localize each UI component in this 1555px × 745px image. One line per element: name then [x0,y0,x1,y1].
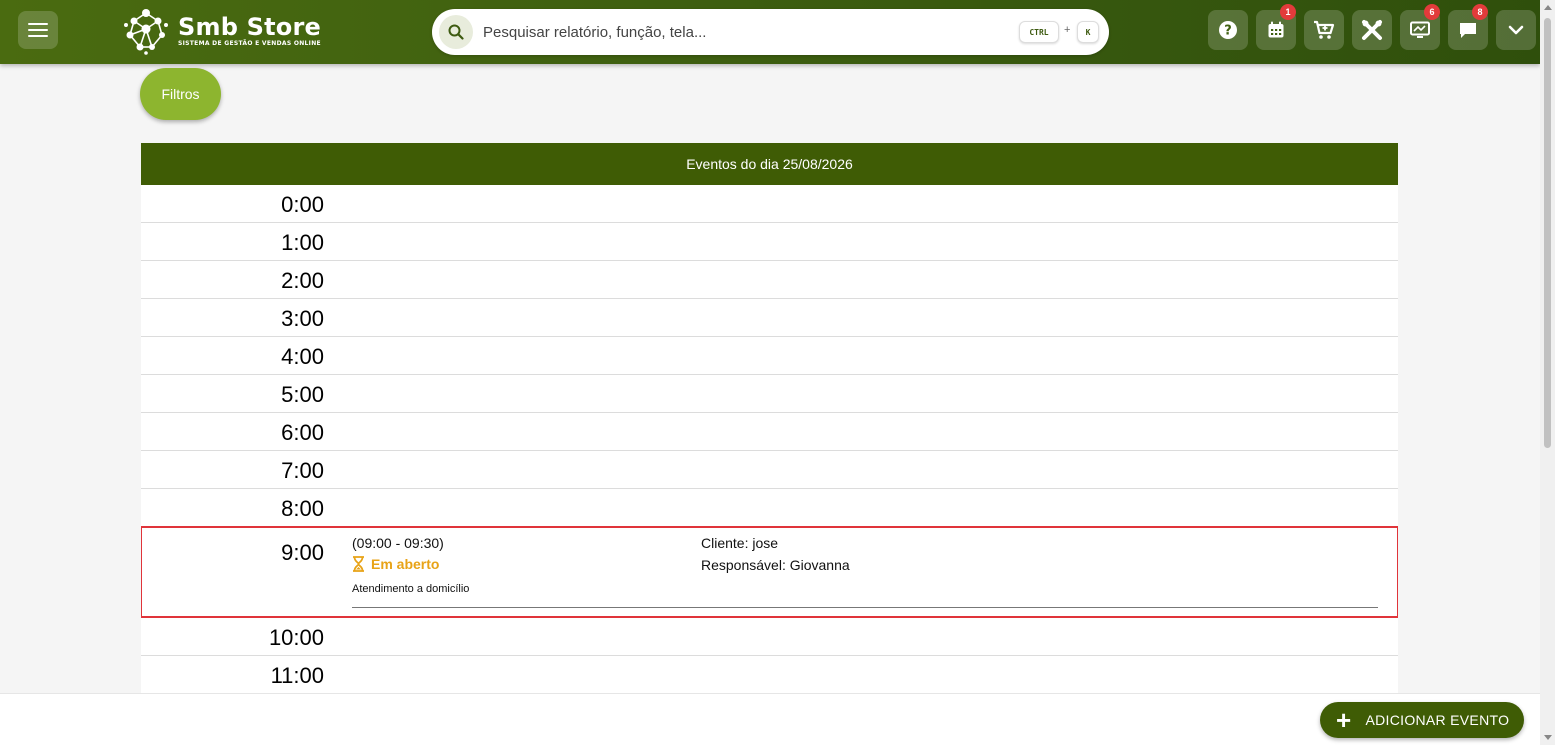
add-event-label: ADICIONAR EVENTO [1365,712,1510,728]
event-description: Atendimento a domicílio [352,583,470,595]
monitor-icon [1410,21,1430,38]
hour-row[interactable]: 4:00 [141,337,1398,375]
calendar-badge: 1 [1280,4,1296,20]
event-status: Em aberto [352,556,439,572]
bottom-bar [0,693,1540,745]
scrollbar-thumb[interactable] [1544,18,1551,448]
hamburger-icon [28,23,48,37]
hour-label: 9:00 [281,540,324,565]
search-input[interactable] [483,23,1003,41]
event-time-range: (09:00 - 09:30) [352,535,444,551]
event-client: Cliente: jose [701,535,779,551]
brand-name: Smb Store [178,13,321,41]
monitor-button[interactable]: 6 [1400,4,1440,50]
hour-label: 7:00 [281,458,324,483]
monitor-badge: 6 [1424,4,1440,20]
hour-label: 11:00 [270,663,324,688]
hour-row[interactable]: 7:00 [141,451,1398,489]
profile-dropdown-button[interactable] [1496,10,1536,50]
shortcut-plus: + [1064,24,1071,36]
hour-row[interactable]: 8:00 [141,489,1398,527]
brand-logo[interactable]: Smb Store SISTEMA DE GESTÃO E VENDAS ONL… [122,6,321,56]
hour-row[interactable]: 10:00 [141,618,1398,656]
hour-row[interactable]: 2:00 [141,261,1398,299]
event-row-highlighted[interactable]: 9:00 (09:00 - 09:30) Em aberto Atendimen… [141,526,1398,618]
chat-icon [1460,23,1476,38]
add-event-button[interactable]: + ADICIONAR EVENTO [1320,702,1524,738]
chevron-down-icon [1508,25,1524,35]
help-icon: ? [1219,21,1237,39]
scroll-up-icon[interactable] [1544,5,1552,10]
hour-row[interactable]: 3:00 [141,299,1398,337]
help-button[interactable]: ? [1208,10,1248,50]
event-responsible: Responsável: Giovanna [701,557,850,573]
search-icon[interactable] [439,15,473,49]
filters-button[interactable]: Filtros [140,68,221,120]
tools-icon [1362,20,1382,40]
search-bar[interactable]: CTRL + K [432,9,1109,55]
hour-row[interactable]: 1:00 [141,223,1398,261]
chat-button[interactable]: 8 [1448,4,1488,50]
hour-label: 0:00 [281,192,324,217]
cart-button[interactable] [1304,10,1344,50]
calendar-button[interactable]: 1 [1256,4,1296,50]
hour-label: 4:00 [281,344,324,369]
event-divider [352,607,1378,608]
hour-label: 3:00 [281,306,324,331]
top-bar: Smb Store SISTEMA DE GESTÃO E VENDAS ONL… [0,0,1540,64]
menu-button[interactable] [18,11,58,49]
cart-icon [1314,20,1335,39]
hour-row[interactable]: 0:00 [141,185,1398,223]
tools-button[interactable] [1352,10,1392,50]
molecule-logo-icon [124,9,168,55]
hour-label: 6:00 [281,420,324,445]
shortcut-k-key: K [1077,21,1099,43]
plus-icon: + [1336,705,1352,735]
hour-row[interactable]: 5:00 [141,375,1398,413]
event-status-label: Em aberto [371,556,440,572]
hour-label: 8:00 [281,496,324,521]
svg-text:?: ? [1224,24,1232,39]
hour-label: 10:00 [268,625,324,650]
hourglass-icon [353,556,364,572]
hour-row[interactable]: 6:00 [141,413,1398,451]
brand-subtitle: SISTEMA DE GESTÃO E VENDAS ONLINE [178,40,321,47]
hour-label: 5:00 [281,382,324,407]
page-scrollbar[interactable] [1540,0,1555,745]
hour-row[interactable]: 11:00 [141,656,1398,693]
hour-label: 1:00 [281,230,324,255]
agenda-title: Eventos do dia 25/08/2026 [141,143,1398,185]
calendar-icon [1268,21,1284,38]
day-agenda: Eventos do dia 25/08/2026 0:00 1:00 2:00… [141,143,1398,693]
shortcut-ctrl-key: CTRL [1019,21,1059,43]
scroll-down-icon[interactable] [1544,735,1552,740]
chat-badge: 8 [1472,4,1488,20]
hour-label: 2:00 [281,268,324,293]
